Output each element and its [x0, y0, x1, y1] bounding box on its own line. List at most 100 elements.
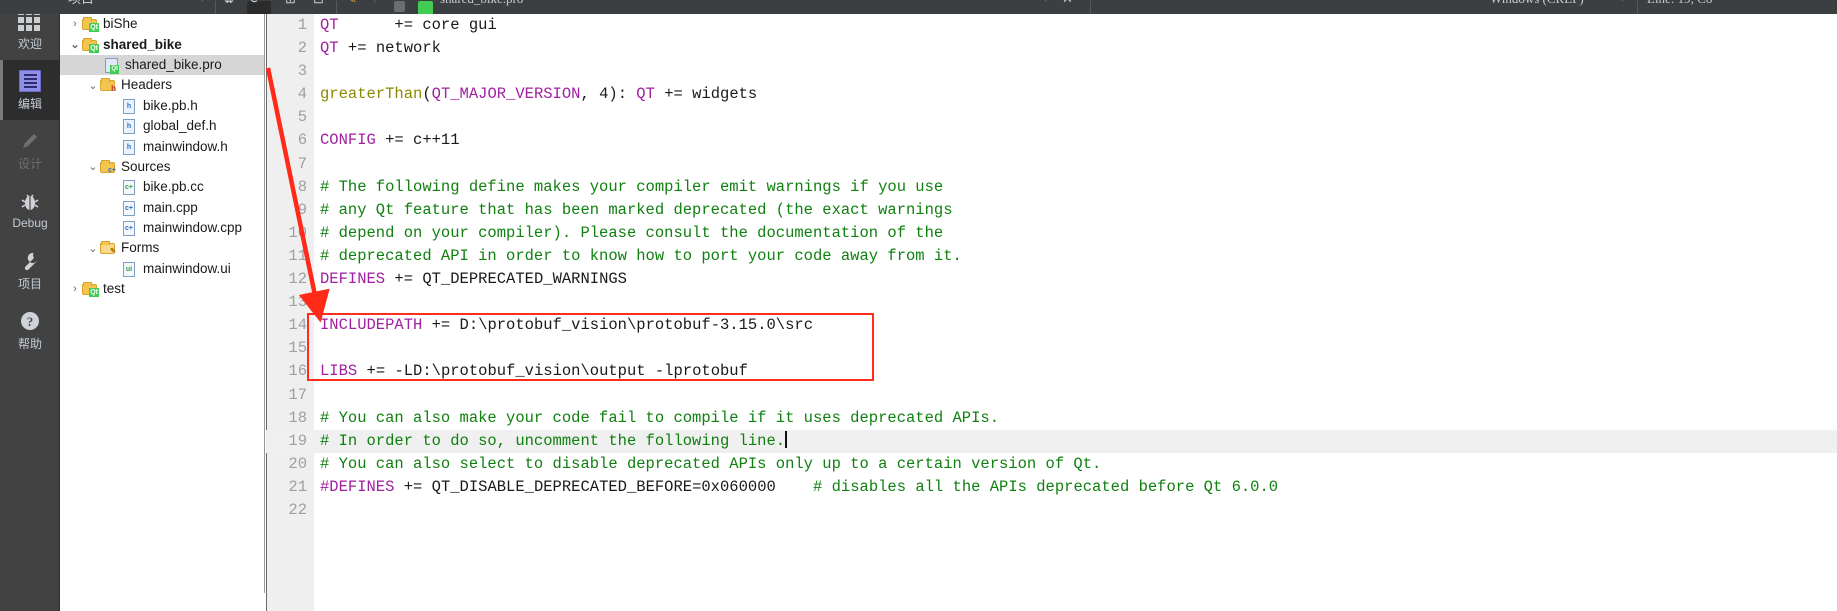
- code-line-text[interactable]: #DEFINES += QT_DISABLE_DEPRECATED_BEFORE…: [320, 476, 1278, 499]
- code-line[interactable]: 7: [266, 153, 1837, 176]
- code-line-text[interactable]: greaterThan(QT_MAJOR_VERSION, 4): QT += …: [320, 83, 757, 106]
- code-line-text[interactable]: # You can also make your code fail to co…: [320, 407, 999, 430]
- folder-qt-icon: Qt: [82, 37, 99, 53]
- code-line-text[interactable]: # deprecated API in order to know how to…: [320, 245, 962, 268]
- tree-twisty-icon[interactable]: ⌄: [86, 242, 100, 255]
- mode-item-1[interactable]: 编辑: [0, 60, 60, 120]
- code-token: QT: [320, 16, 339, 34]
- code-line[interactable]: 19 # In order to do so, uncomment the fol…: [266, 429, 1837, 453]
- code-line[interactable]: 14 INCLUDEPATH += D:\protobuf_vision\prot…: [266, 314, 1837, 337]
- tree-item-label: mainwindow.h: [143, 138, 228, 154]
- code-token: LIBS: [320, 362, 358, 381]
- sync-glyph: ⟳: [250, 0, 261, 12]
- code-line[interactable]: 4 greaterThan(QT_MAJOR_VERSION, 4): QT +=…: [266, 83, 1837, 106]
- code-text-area[interactable]: 1 QT += core gui 2 QT += network 3 4 greaterTh…: [266, 14, 1837, 611]
- code-line[interactable]: 18 # You can also make your code fail to …: [266, 407, 1837, 430]
- code-line-text[interactable]: DEFINES += QT_DEPRECATED_WARNINGS: [320, 268, 627, 291]
- code-line[interactable]: 11 # deprecated API in order to know how …: [266, 245, 1837, 268]
- line-ending-selector[interactable]: Windows (CRLF): [1490, 0, 1584, 12]
- code-line[interactable]: 8 # The following define makes your compi…: [266, 176, 1837, 199]
- tree-item[interactable]: ⌄ c+ Sources: [60, 157, 264, 177]
- code-line[interactable]: 9 # any Qt feature that has been marked d…: [266, 199, 1837, 222]
- tree-item-selected[interactable]: shared_bike.pro: [60, 54, 264, 76]
- code-line[interactable]: 3: [266, 60, 1837, 83]
- editor-toolbar[interactable]: 项目 ▾ ⇊ ⟳ ⊞ ⊟ ✎ / shared_bike.pro ▾ ✕ Win…: [0, 0, 1837, 14]
- code-line-text[interactable]: LIBS += -LD:\protobuf_vision\output -lpr…: [320, 360, 748, 383]
- code-line-text[interactable]: INCLUDEPATH += D:\protobuf_vision\protob…: [320, 314, 813, 337]
- close-tab-icon[interactable]: ✕: [1062, 0, 1073, 12]
- tree-item[interactable]: ⌄ h Headers: [60, 75, 264, 95]
- tree-twisty-icon[interactable]: ›: [68, 18, 82, 30]
- pencil-icon[interactable]: ✎: [346, 0, 357, 12]
- line-ending-dropdown-icon[interactable]: ▾: [1620, 0, 1625, 12]
- filter-icon[interactable]: ⇊: [224, 0, 234, 12]
- code-line[interactable]: 5: [266, 106, 1837, 129]
- code-line[interactable]: 12 DEFINES += QT_DEPRECATED_WARNINGS: [266, 268, 1837, 291]
- code-editor[interactable]: 1 QT += core gui 2 QT += network 3 4 greaterTh…: [266, 14, 1837, 611]
- code-line[interactable]: 20 # You can also select to disable depre…: [266, 453, 1837, 476]
- tree-item[interactable]: ⌄ ✎ Forms: [60, 238, 264, 258]
- tree-item[interactable]: ui mainwindow.ui: [60, 259, 264, 279]
- stop-icon[interactable]: [394, 1, 405, 12]
- mode-selector-bar[interactable]: 欢迎 编辑 设计 Debug 项目? 帮助: [0, 0, 60, 611]
- file-type-qt-icon: [418, 1, 433, 14]
- tree-item-label: main.cpp: [143, 199, 198, 215]
- code-line-text[interactable]: CONFIG += c++11: [320, 129, 460, 152]
- mode-item-5[interactable]: ? 帮助: [0, 300, 60, 360]
- tree-item[interactable]: › Qt biShe: [60, 14, 264, 34]
- tree-item[interactable]: h bike.pb.h: [60, 96, 264, 116]
- tree-item[interactable]: › Qt test: [60, 279, 264, 299]
- project-tree-panel[interactable]: ›QtbiShe⌄Qtshared_bike shared_bike.pro ⌄hH…: [60, 14, 265, 611]
- code-line-text[interactable]: # depend on your compiler). Please consu…: [320, 222, 943, 245]
- tree-item[interactable]: c+ bike.pb.cc: [60, 177, 264, 197]
- code-token: # You can also select to disable depreca…: [320, 454, 1102, 473]
- tree-item-label: Forms: [121, 240, 160, 256]
- code-line-text[interactable]: # any Qt feature that has been marked de…: [320, 199, 953, 222]
- line-number: 15: [288, 339, 307, 358]
- tree-item[interactable]: c+ mainwindow.cpp: [60, 218, 264, 238]
- tree-twisty-icon[interactable]: ›: [68, 283, 82, 295]
- code-line[interactable]: 6 CONFIG += c++11: [266, 129, 1837, 152]
- cursor-position-status[interactable]: Line: 19, Co: [1647, 0, 1712, 12]
- code-token: c++11: [413, 131, 460, 150]
- code-line[interactable]: 15: [266, 337, 1837, 360]
- code-line[interactable]: 1 QT += core gui: [266, 14, 1837, 37]
- mode-item-3[interactable]: Debug: [0, 180, 60, 240]
- tree-twisty-icon[interactable]: ⌄: [86, 160, 100, 173]
- tree-item[interactable]: h global_def.h: [60, 116, 264, 136]
- tree-twisty-icon[interactable]: ⌄: [68, 38, 82, 51]
- folder-sources-icon: c+: [100, 159, 116, 174]
- mode-item-label: 欢迎: [17, 36, 42, 51]
- code-token: QT_DISABLE_DEPRECATED_BEFORE=0x060000: [431, 477, 814, 496]
- svg-text:?: ?: [27, 314, 34, 329]
- mode-item-4[interactable]: 项目: [0, 240, 60, 300]
- code-line-text[interactable]: QT += core gui: [320, 14, 497, 37]
- code-line-text[interactable]: # The following define makes your compil…: [320, 176, 943, 199]
- code-line[interactable]: 10 # depend on your compiler). Please con…: [266, 222, 1837, 245]
- code-token: +=: [394, 477, 432, 496]
- code-line[interactable]: 17: [266, 384, 1837, 407]
- tree-item[interactable]: h mainwindow.h: [60, 136, 264, 156]
- file-pro-icon: [104, 57, 120, 74]
- split-editor-icon[interactable]: ⊞: [285, 0, 296, 12]
- active-file-tab[interactable]: shared_bike.pro: [440, 0, 523, 12]
- panel-dropdown-icon[interactable]: ▾: [200, 0, 205, 12]
- tree-twisty-icon[interactable]: ⌄: [86, 79, 100, 92]
- tree-item[interactable]: c+ main.cpp: [60, 198, 264, 218]
- code-line-text[interactable]: # In order to do so, uncomment the follo…: [320, 430, 787, 453]
- code-line[interactable]: 22: [266, 499, 1837, 522]
- code-line-text[interactable]: QT += network: [320, 37, 441, 60]
- file-tab-dropdown-icon[interactable]: ▾: [1043, 0, 1048, 12]
- tree-item[interactable]: ⌄ Qt shared_bike: [60, 34, 264, 54]
- code-token: # In order to do so, uncomment the follo…: [320, 431, 786, 450]
- code-token: ):: [608, 85, 637, 104]
- code-line[interactable]: 16 LIBS += -LD:\protobuf_vision\output -l…: [266, 360, 1837, 383]
- code-line-text[interactable]: # You can also select to disable depreca…: [320, 453, 1101, 476]
- code-line[interactable]: 13: [266, 291, 1837, 314]
- code-line[interactable]: 21 #DEFINES += QT_DISABLE_DEPRECATED_BEFO…: [266, 476, 1837, 499]
- code-line[interactable]: 2 QT += network: [266, 37, 1837, 60]
- close-split-icon[interactable]: ⊟: [313, 0, 324, 12]
- tree-item-label: shared_bike.pro: [125, 56, 222, 72]
- text-caret: [785, 430, 787, 448]
- project-tree-list[interactable]: ›QtbiShe⌄Qtshared_bike shared_bike.pro ⌄hH…: [60, 14, 264, 594]
